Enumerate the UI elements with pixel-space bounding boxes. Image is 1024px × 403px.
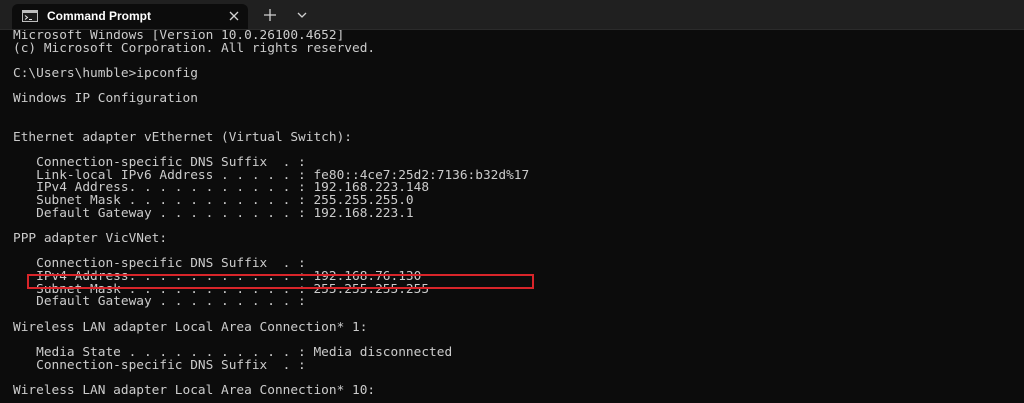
- close-icon[interactable]: [228, 10, 240, 22]
- console-line: Default Gateway . . . . . . . . . : 192.…: [13, 205, 414, 221]
- console-line: Connection-specific DNS Suffix . :: [13, 357, 306, 373]
- tab-title: Command Prompt: [47, 9, 152, 23]
- tab-command-prompt[interactable]: Command Prompt: [12, 4, 248, 29]
- new-tab-button[interactable]: [263, 8, 277, 22]
- console-line: (c) Microsoft Corporation. All rights re…: [13, 40, 376, 56]
- console-area[interactable]: Microsoft Windows [Version 10.0.26100.46…: [0, 30, 1024, 403]
- console-line: Wireless LAN adapter Local Area Connecti…: [13, 319, 368, 335]
- console-line: Default Gateway . . . . . . . . . :: [13, 294, 306, 310]
- console-line: C:\Users\humble>ipconfig: [13, 66, 198, 82]
- terminal-icon: [22, 10, 38, 22]
- console-line: Windows IP Configuration: [13, 91, 198, 107]
- console-line: PPP adapter VicVNet:: [13, 231, 168, 246]
- chevron-down-icon[interactable]: [296, 10, 308, 20]
- console-line: Ethernet adapter vEthernet (Virtual Swit…: [13, 129, 352, 145]
- console-output: Microsoft Windows [Version 10.0.26100.46…: [0, 30, 1024, 398]
- title-bar: Command Prompt: [0, 0, 1024, 30]
- command-prompt-window: Command Prompt Microsoft Windows [Versio…: [0, 0, 1024, 403]
- console-line: Wireless LAN adapter Local Area Connecti…: [13, 383, 376, 399]
